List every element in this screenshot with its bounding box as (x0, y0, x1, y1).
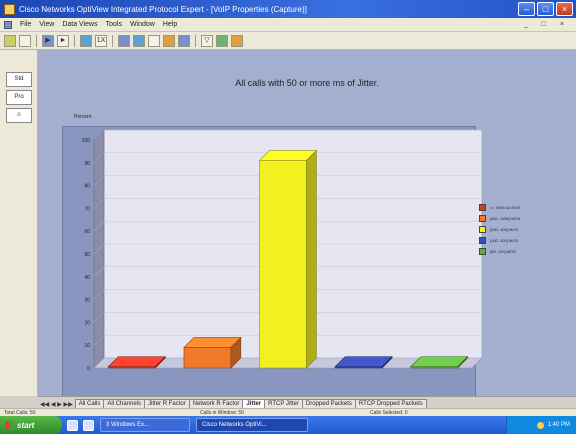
y-tick-label: 0 (87, 366, 90, 372)
legend-label: <= 1956.42 MOS (490, 205, 521, 210)
legend-label: [50, 100] MOS (490, 249, 516, 254)
minimize-button[interactable]: – (518, 2, 535, 16)
y-tick-label: 30 (84, 298, 90, 304)
menu-tools[interactable]: Tools (106, 21, 122, 28)
person-icon[interactable]: ☺ (6, 108, 32, 123)
document-icon[interactable] (4, 20, 12, 29)
windows-flag-icon (5, 420, 14, 430)
y-tick-label: 70 (84, 206, 90, 212)
toolbar-separator (36, 34, 37, 47)
menu-data-views[interactable]: Data Views (62, 21, 97, 28)
tab-rtcp-dropped-packets[interactable]: RTCP Dropped Packets (354, 399, 427, 408)
window-title: Cisco Networks OptiView Integrated Proto… (19, 4, 307, 14)
tab-jitter[interactable]: Jitter (242, 399, 266, 408)
legend-item: [200, 400] MOS (479, 226, 518, 233)
y-tick-label: 10 (84, 343, 90, 349)
app-icon (4, 3, 15, 15)
legend-swatch (479, 226, 486, 233)
legend-item: [50, 100] MOS (479, 248, 516, 255)
legend-label: [100, 200] MOS (490, 238, 519, 243)
tray-icon[interactable] (536, 421, 544, 429)
system-tray: 1:40 PM (506, 416, 576, 434)
tab-scroll-arrows[interactable]: ◀◀ ◀ ▶ ▶▶ (38, 401, 75, 408)
chart-area: All calls with 50 or more ms of Jitter. … (38, 50, 576, 432)
tab-strip: ◀◀ ◀ ▶ ▶▶ All Calls All Channels Jitter … (38, 396, 576, 408)
legend-label: [400, 1956] MOS (490, 216, 521, 221)
taskbar-item-explorer[interactable]: 3 Windows Ex... (100, 418, 190, 432)
tab-dropped-packets[interactable]: Dropped Packets (301, 399, 356, 408)
menu-bar: File View Data Views Tools Window Help _… (0, 18, 576, 32)
start-label: start (17, 420, 35, 430)
y-axis-label: Percent (74, 114, 92, 120)
filter-icon[interactable] (148, 34, 160, 47)
export-icon[interactable] (163, 34, 175, 47)
window-icon[interactable] (178, 34, 190, 47)
mdi-window-controls[interactable]: _ □ × (524, 21, 570, 28)
status-bar: Total Calls: 50 Calls in Window: 50 Call… (0, 408, 576, 416)
menu-view[interactable]: View (39, 21, 54, 28)
funnel-icon[interactable]: ▽ (201, 34, 213, 47)
bar-front (259, 160, 307, 369)
close-button[interactable]: × (556, 2, 573, 16)
open-icon[interactable] (4, 34, 16, 47)
legend-item: [400, 1956] MOS (479, 215, 520, 222)
legend-swatch (479, 248, 486, 255)
toolbar-separator (112, 34, 113, 47)
toolbar-separator (195, 34, 196, 47)
taskbar: start 3 Windows Ex... Cisco Networks Opt… (0, 416, 576, 434)
legend-swatch (479, 204, 486, 211)
clock: 1:40 PM (547, 422, 570, 428)
y-tick-label: 50 (84, 252, 90, 258)
tab-all-channels[interactable]: All Channels (103, 399, 146, 408)
legend-label: [200, 400] MOS (490, 227, 519, 232)
legend-swatch (479, 215, 486, 222)
grid-icon[interactable] (118, 34, 130, 47)
menu-file[interactable]: File (20, 21, 31, 28)
y-tick-label: 80 (84, 184, 90, 190)
legend-swatch (479, 237, 486, 244)
y-tick-label: 20 (84, 320, 90, 326)
desktop-icon[interactable] (67, 419, 78, 431)
toolbar: ▶ ► 1X ▽ (0, 32, 576, 50)
step-icon[interactable]: ► (57, 34, 69, 47)
tab-jitter-r-factor[interactable]: Jitter R Factor (144, 399, 190, 408)
bar-front (183, 347, 232, 369)
browser-icon[interactable] (83, 419, 94, 431)
chart-svg: 0 10 20 30 40 50 60 70 80 90 100 Percent (74, 114, 483, 372)
y-tick-label: 40 (84, 275, 90, 281)
left-panel: Std Pro ☺ (0, 50, 38, 396)
table-icon[interactable] (133, 34, 145, 47)
toolbar-separator (74, 34, 75, 47)
y-tick-label: 100 (82, 138, 91, 144)
pro-button[interactable]: Pro (6, 90, 32, 105)
menu-window[interactable]: Window (130, 21, 155, 28)
legend-item: [100, 200] MOS (479, 237, 518, 244)
legend-item: <= 1956.42 MOS (479, 204, 520, 211)
start-button[interactable]: start (0, 416, 62, 434)
maximize-button[interactable]: □ (537, 2, 554, 16)
tools-icon[interactable] (216, 34, 228, 47)
play-icon[interactable]: ▶ (42, 34, 54, 47)
chart-icon[interactable] (80, 34, 92, 47)
tab-network-r-factor[interactable]: Network R Factor (188, 399, 244, 408)
title-bar: Cisco Networks OptiView Integrated Proto… (0, 0, 576, 18)
menu-help[interactable]: Help (163, 21, 177, 28)
y-tick-label: 90 (84, 161, 90, 167)
bar-side (306, 149, 317, 369)
y-tick-label: 60 (84, 229, 90, 235)
save-icon[interactable] (19, 34, 31, 47)
zoom-button[interactable]: 1X (95, 34, 107, 47)
taskbar-item-optiview[interactable]: Cisco Networks OptiVi... (196, 418, 308, 432)
tab-all-calls[interactable]: All Calls (74, 399, 105, 408)
settings-icon[interactable] (231, 34, 243, 47)
tab-rtcp-jitter[interactable]: RTCP Jitter (264, 399, 303, 408)
std-button[interactable]: Std (6, 72, 32, 87)
